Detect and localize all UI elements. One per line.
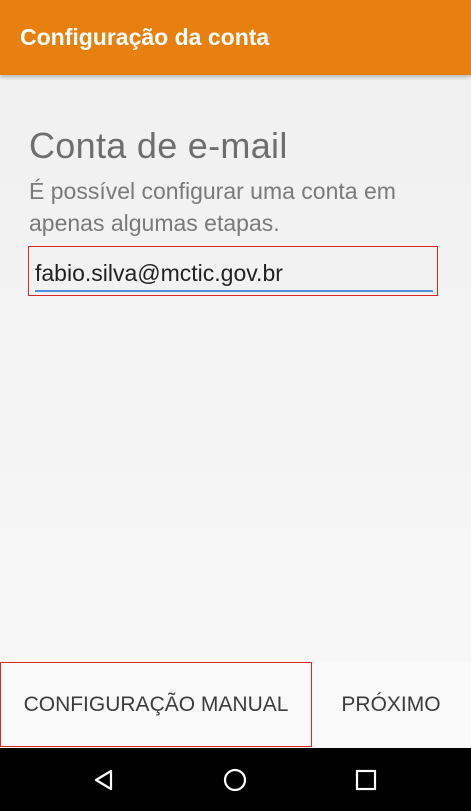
manual-setup-button[interactable]: CONFIGURAÇÃO MANUAL bbox=[0, 662, 312, 747]
page-subtitle: É possível configurar uma conta em apena… bbox=[29, 178, 396, 236]
system-nav-bar bbox=[0, 748, 471, 811]
recents-square-icon bbox=[355, 769, 377, 790]
back-triangle-icon bbox=[94, 769, 113, 790]
next-button[interactable]: PRÓXIMO bbox=[320, 662, 462, 747]
nav-recents-button[interactable] bbox=[326, 748, 406, 811]
nav-back-button[interactable] bbox=[64, 748, 144, 811]
app-bar: Configuração da conta bbox=[0, 0, 471, 75]
app-bar-title: Configuração da conta bbox=[20, 24, 270, 50]
home-circle-icon bbox=[223, 768, 247, 791]
page-heading: Conta de e-mail bbox=[29, 125, 288, 167]
email-field[interactable] bbox=[35, 256, 433, 292]
nav-home-button[interactable] bbox=[195, 748, 275, 811]
